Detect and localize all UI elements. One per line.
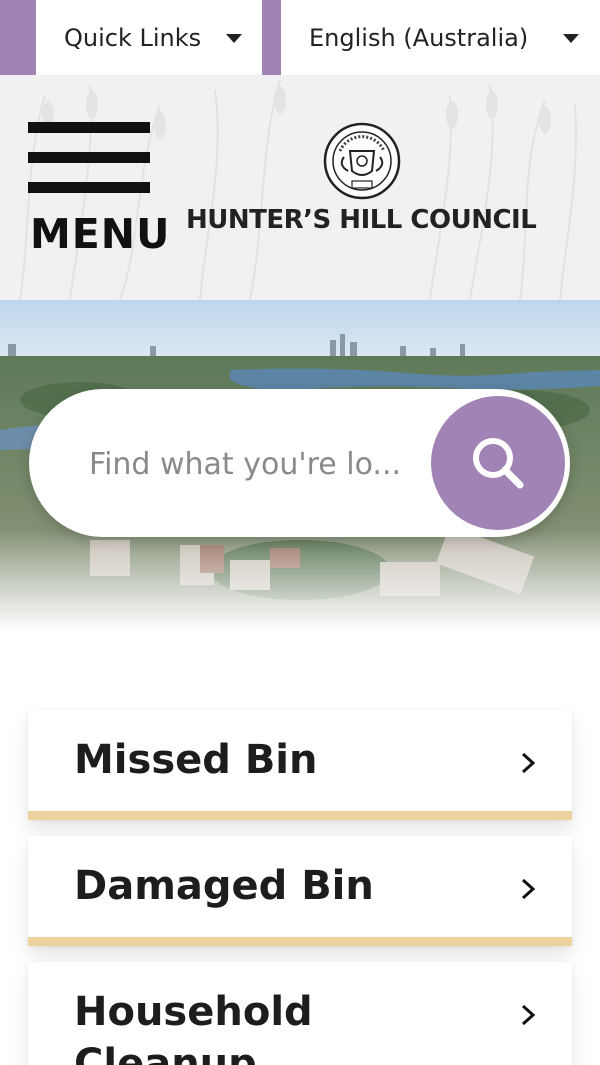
search-icon (473, 438, 524, 489)
council-name-logo[interactable]: HUNTER’S HILL COUNCIL (186, 205, 537, 235)
top-utility-bar: Quick Links English (Australia) (0, 0, 600, 75)
search-input[interactable] (89, 439, 429, 489)
card-household-cleanup[interactable]: Household Cleanup (28, 962, 572, 1065)
language-label: English (Australia) (309, 23, 529, 52)
caret-down-icon (226, 34, 242, 43)
quick-links-dropdown[interactable]: Quick Links (36, 0, 262, 75)
card-label: Damaged Bin (74, 863, 374, 909)
card-label: Household Cleanup (74, 989, 313, 1065)
search-button[interactable] (427, 392, 569, 534)
language-dropdown[interactable]: English (Australia) (281, 0, 600, 75)
search-box (29, 389, 570, 537)
quick-links-label: Quick Links (64, 23, 202, 52)
chevron-right-icon (521, 752, 536, 774)
menu-button[interactable]: MENU (28, 122, 171, 272)
menu-label: MENU (30, 210, 171, 258)
council-seal-logo[interactable] (322, 121, 402, 201)
card-label: Missed Bin (74, 737, 318, 783)
caret-down-icon (563, 34, 579, 43)
chevron-right-icon (521, 878, 536, 900)
card-damaged-bin[interactable]: Damaged Bin (28, 836, 572, 946)
chevron-right-icon (521, 1004, 536, 1026)
card-missed-bin[interactable]: Missed Bin (28, 710, 572, 820)
